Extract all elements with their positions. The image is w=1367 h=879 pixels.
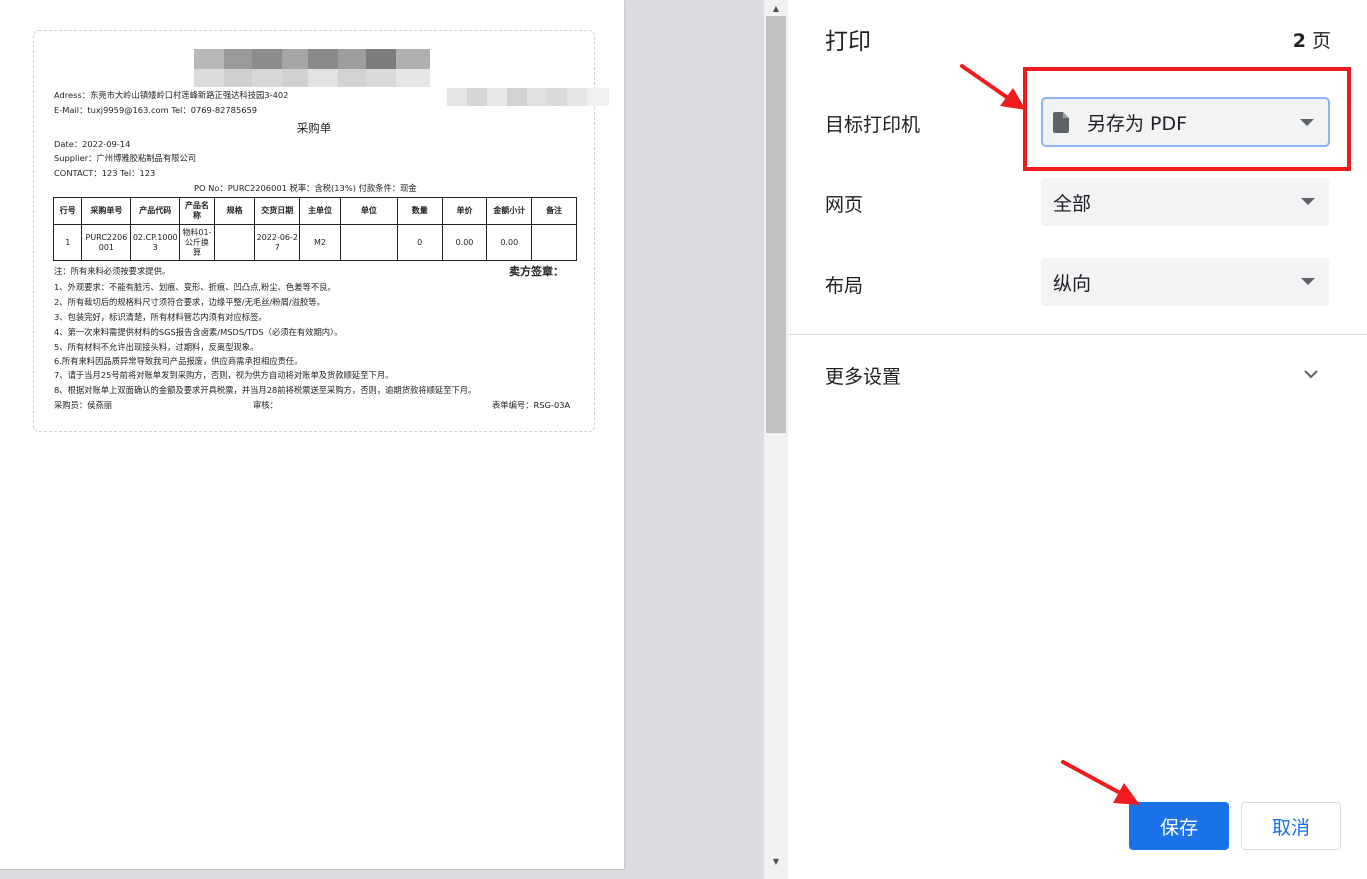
table-row: 1 PURC2206001 02.CP.10003 物料01-公斤换算 2022… xyxy=(52,224,577,261)
destination-label: 目标打印机 xyxy=(825,114,921,136)
table-cell: 02.CP.10003 xyxy=(130,224,181,261)
table-cell: M2 xyxy=(299,224,341,261)
save-button[interactable]: 保存 xyxy=(1129,802,1229,850)
table-header-row: 行号 采购单号 产品代码 产品名称 规格 交货日期 主单位 单位 数量 单价 金… xyxy=(52,197,577,225)
table-header-cell: 交货日期 xyxy=(254,197,301,225)
table-cell: 0.00 xyxy=(441,224,488,261)
doc-term: 5、所有材料不允许出现接头料，过期料，反离型现象。 xyxy=(54,342,259,352)
table-cell: PURC2206001 xyxy=(81,224,132,261)
doc-title: 采购单 xyxy=(296,121,332,135)
page-count-unit: 页 xyxy=(1311,30,1331,52)
table-header-cell: 产品名称 xyxy=(179,197,215,225)
section-divider xyxy=(788,334,1367,335)
table-header-cell: 金额小计 xyxy=(486,197,533,225)
table-header-cell: 行号 xyxy=(52,197,83,225)
table-header-cell: 备注 xyxy=(531,197,577,225)
scroll-down-arrow-icon[interactable]: ▼ xyxy=(764,853,788,869)
print-settings-panel: 打印 2 页 目标打印机 另存为 PDF 网页 全部 布局 纵向 更多设置 保存… xyxy=(788,0,1367,879)
preview-page: Adress：东莞市大岭山镇矮岭口村莲峰新路正强达科技园3-402 E-Mail… xyxy=(0,0,624,869)
layout-label: 布局 xyxy=(825,275,864,297)
chevron-down-icon xyxy=(1301,198,1315,205)
doc-email-tel: E-Mail：tuxj9959@163.com Tel：0769-8278565… xyxy=(54,105,258,115)
table-header-cell: 主单位 xyxy=(299,197,341,225)
layout-select[interactable]: 纵向 xyxy=(1041,258,1329,306)
doc-contact: CONTACT：123 Tel：123 xyxy=(54,168,156,178)
chevron-down-icon xyxy=(1300,119,1314,126)
doc-term: 3、包装完好，标识清楚，所有材料管芯内须有对应标签。 xyxy=(54,312,267,322)
table-cell: 0 xyxy=(396,224,443,261)
table-cell: 1 xyxy=(52,224,83,261)
purchase-order-document: Adress：东莞市大岭山镇矮岭口村莲峰新路正强达科技园3-402 E-Mail… xyxy=(33,30,609,432)
table-header-cell: 采购单号 xyxy=(81,197,132,225)
scroll-up-arrow-icon[interactable]: ▲ xyxy=(764,0,788,16)
table-cell xyxy=(213,224,256,261)
table-cell: 0.00 xyxy=(486,224,533,261)
cancel-button[interactable]: 取消 xyxy=(1241,802,1341,850)
scrollbar-thumb[interactable] xyxy=(766,16,786,433)
doc-term: 2、所有裁切后的规格料尺寸须符合要求，边缘平整/无毛丝/粉屑/溢胶等。 xyxy=(54,297,325,307)
doc-buyer: 采购员：侯燕丽 xyxy=(54,400,113,410)
order-items-table: 行号 采购单号 产品代码 产品名称 规格 交货日期 主单位 单位 数量 单价 金… xyxy=(52,197,577,261)
destination-value: 另存为 PDF xyxy=(1087,112,1188,135)
pages-value: 全部 xyxy=(1053,192,1092,215)
redacted-header-text xyxy=(447,88,609,106)
chevron-down-icon[interactable] xyxy=(1303,366,1319,382)
table-cell: 物料01-公斤换算 xyxy=(179,224,215,261)
doc-form-number: 表单编号：RSG-03A xyxy=(492,400,571,410)
page-count-number: 2 xyxy=(1292,30,1306,52)
doc-supplier: Supplier：广州博雅胶粘制品有限公司 xyxy=(54,153,197,163)
document-icon xyxy=(1053,111,1069,133)
doc-address: Adress：东莞市大岭山镇矮岭口村莲峰新路正强达科技园3-402 xyxy=(54,90,289,100)
table-cell xyxy=(531,224,577,261)
table-header-cell: 规格 xyxy=(213,197,256,225)
table-header-cell: 单位 xyxy=(339,197,398,225)
doc-date: Date：2022-09-14 xyxy=(54,139,131,149)
redacted-company-name xyxy=(194,49,430,89)
preview-scrollbar[interactable]: ▲ ▼ xyxy=(764,0,788,879)
table-header-cell: 单价 xyxy=(441,197,488,225)
page-count: 2 页 xyxy=(1293,26,1331,53)
doc-reviewer: 审核： xyxy=(253,400,278,410)
table-cell: 2022-06-27 xyxy=(254,224,301,261)
doc-term: 4、第一次来料需提供材料的SGS报告含卤素/MSDS/TDS（必须在有效期内）。 xyxy=(54,327,343,337)
chevron-down-icon xyxy=(1301,278,1315,285)
doc-term: 1、外观要求：不能有脏污、划痕、变形、折痕、凹凸点,粉尘、色差等不良。 xyxy=(54,282,336,292)
seller-signature-label: 卖方签章： xyxy=(509,265,564,278)
destination-select[interactable]: 另存为 PDF xyxy=(1041,97,1330,147)
pages-label: 网页 xyxy=(825,194,864,216)
table-cell xyxy=(339,224,398,261)
layout-value: 纵向 xyxy=(1053,272,1092,295)
doc-po-line: PO No：PURC2206001 税率：含税(13%) 付款条件：现金 xyxy=(194,183,417,193)
print-preview-area: Adress：东莞市大岭山镇矮岭口村莲峰新路正强达科技园3-402 E-Mail… xyxy=(0,0,764,879)
doc-term: 8、根据对账单上双面确认的金额及要求开具税票，并当月28前将税票送至采购方，否则… xyxy=(54,385,477,395)
pages-select[interactable]: 全部 xyxy=(1041,178,1329,226)
doc-term: 7、请于当月25号前将对账单发到采购方，否则，视为供方自动将对账单及货款顺延至下… xyxy=(54,370,394,380)
doc-term: 6.所有来料因品质异常导致我司产品报废，供应商需承担相应责任。 xyxy=(54,356,303,366)
more-settings-toggle[interactable]: 更多设置 xyxy=(825,362,901,389)
doc-note: 注：所有来料必须按要求提供。 xyxy=(54,266,171,276)
table-header-cell: 数量 xyxy=(396,197,443,225)
panel-title: 打印 xyxy=(825,29,871,55)
table-header-cell: 产品代码 xyxy=(130,197,181,225)
